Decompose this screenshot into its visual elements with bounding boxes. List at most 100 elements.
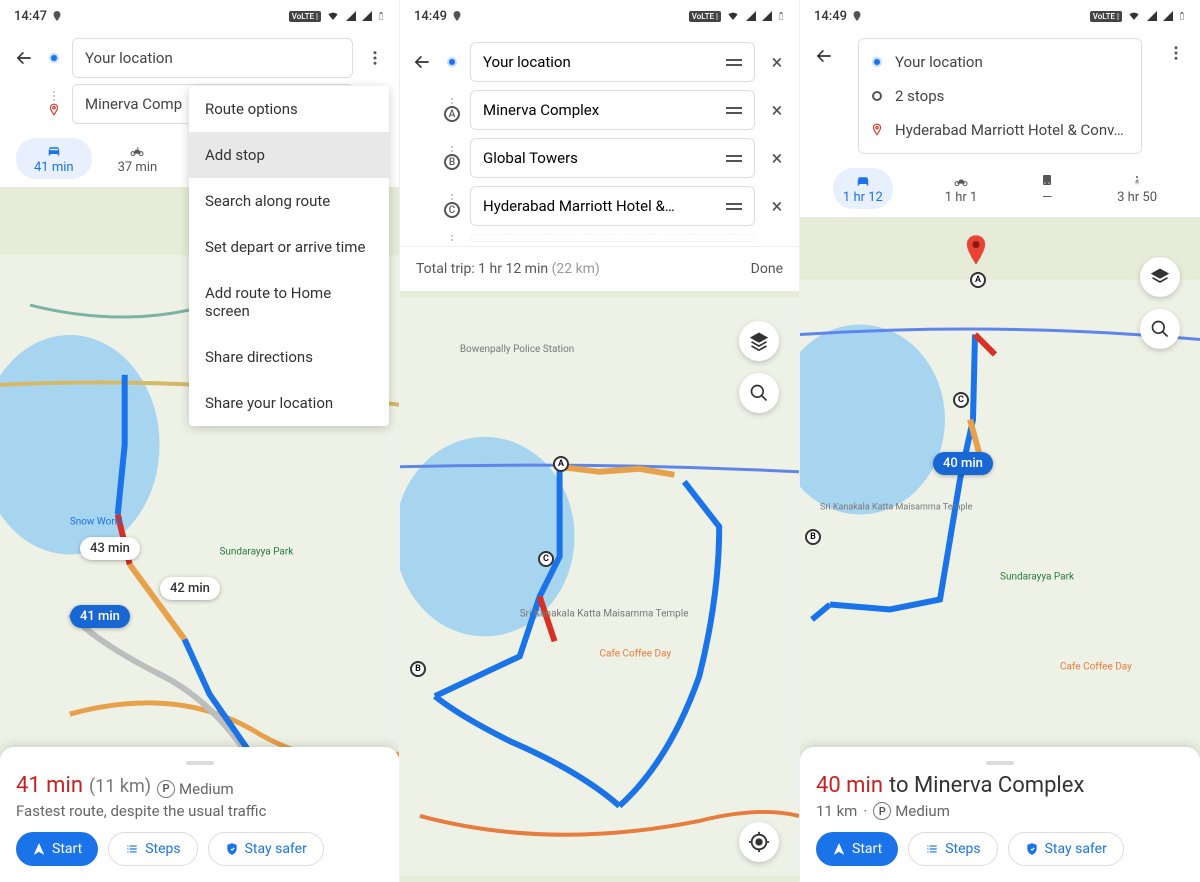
signal-icon bbox=[361, 10, 373, 22]
layers-button[interactable] bbox=[739, 321, 779, 361]
search-button[interactable] bbox=[1140, 309, 1180, 349]
tab-car[interactable]: 41 min bbox=[16, 138, 92, 179]
volte-icon: VoLTE | bbox=[289, 11, 321, 22]
remove-stop-button[interactable]: × bbox=[765, 98, 789, 122]
wifi-icon bbox=[325, 10, 341, 22]
menu-share-directions[interactable]: Share directions bbox=[189, 334, 389, 380]
list-icon bbox=[125, 842, 139, 856]
steps-button[interactable]: Steps bbox=[908, 832, 997, 866]
start-button[interactable]: Start bbox=[16, 832, 98, 866]
navigate-icon bbox=[32, 842, 46, 856]
battery-icon bbox=[1178, 9, 1186, 23]
stay-safer-button[interactable]: Stay safer bbox=[208, 832, 324, 866]
status-bar: 14:49 VoLTE | bbox=[400, 0, 799, 32]
transit-icon bbox=[1039, 173, 1055, 189]
layers-button[interactable] bbox=[1140, 257, 1180, 297]
status-time: 14:49 bbox=[414, 9, 447, 24]
remove-stop-button[interactable]: × bbox=[765, 194, 789, 218]
stop-marker-b: B bbox=[444, 154, 460, 170]
svg-text:Sundarayya Park: Sundarayya Park bbox=[1000, 572, 1075, 583]
tab-car[interactable]: 1 hr 12 bbox=[833, 168, 893, 209]
stop-input-b[interactable]: Global Towers bbox=[470, 138, 755, 178]
stop-input-a[interactable]: Minerva Complex bbox=[470, 90, 755, 130]
overflow-menu-button[interactable] bbox=[1164, 44, 1188, 62]
route-subtitle: Fastest route, despite the usual traffic bbox=[16, 802, 383, 820]
route-bottom-sheet[interactable]: 40 min to Minerva Complex 11 km· PMedium… bbox=[800, 747, 1200, 882]
svg-text:Snow World: Snow World bbox=[70, 517, 123, 528]
menu-add-home-screen[interactable]: Add route to Home screen bbox=[189, 270, 389, 334]
motorcycle-icon bbox=[127, 143, 147, 159]
parking-indicator: PMedium bbox=[157, 780, 234, 798]
from-input[interactable]: Your location bbox=[470, 42, 755, 82]
from-input[interactable]: Your location bbox=[72, 38, 353, 78]
stop-input-c[interactable]: Hyderabad Marriott Hotel &… bbox=[470, 186, 755, 226]
tab-motorcycle[interactable]: 37 min bbox=[100, 138, 176, 179]
overflow-menu: Route options Add stop Search along rout… bbox=[189, 86, 389, 426]
menu-search-along-route[interactable]: Search along route bbox=[189, 178, 389, 224]
stay-safer-button[interactable]: Stay safer bbox=[1008, 832, 1124, 866]
remove-stop-button[interactable]: × bbox=[765, 146, 789, 170]
signal-icon bbox=[1146, 10, 1158, 22]
tab-motorcycle[interactable]: 1 hr 1 bbox=[935, 168, 988, 209]
volte-icon: VoLTE | bbox=[1090, 11, 1122, 22]
location-icon bbox=[51, 10, 63, 22]
overflow-menu-button[interactable] bbox=[363, 49, 387, 67]
destination-map-pin bbox=[965, 235, 987, 265]
map-marker-c: C bbox=[538, 551, 554, 567]
trip-summary-bar: Total trip: 1 hr 12 min (22 km) Done bbox=[400, 246, 799, 291]
signal-icon bbox=[1162, 10, 1174, 22]
battery-icon bbox=[777, 9, 785, 23]
volte-icon: VoLTE | bbox=[689, 11, 721, 22]
route-badge[interactable]: 43 min bbox=[80, 537, 140, 560]
route-badge[interactable]: 42 min bbox=[160, 577, 220, 600]
layers-icon bbox=[1150, 267, 1170, 287]
add-stop-input[interactable] bbox=[470, 234, 755, 242]
motorcycle-icon bbox=[951, 173, 971, 189]
route-badge-selected[interactable]: 40 min bbox=[933, 452, 993, 475]
map-marker-a: A bbox=[970, 272, 986, 288]
menu-share-location[interactable]: Share your location bbox=[189, 380, 389, 426]
start-button[interactable]: Start bbox=[816, 832, 898, 866]
tab-transit[interactable]: — bbox=[1029, 168, 1065, 209]
shield-icon bbox=[225, 842, 239, 856]
drag-handle-icon[interactable] bbox=[726, 107, 742, 114]
location-icon bbox=[851, 10, 863, 22]
tab-walk[interactable]: 3 hr 50 bbox=[1107, 168, 1167, 209]
back-button[interactable] bbox=[12, 46, 36, 70]
back-button[interactable] bbox=[812, 44, 836, 68]
done-button[interactable]: Done bbox=[751, 261, 783, 277]
drag-handle-icon[interactable] bbox=[726, 203, 742, 210]
transport-mode-tabs: 1 hr 12 1 hr 1 — 3 hr 50 bbox=[800, 160, 1200, 217]
status-time: 14:49 bbox=[814, 9, 847, 24]
search-button[interactable] bbox=[739, 373, 779, 413]
menu-add-stop[interactable]: Add stop bbox=[189, 132, 389, 178]
signal-icon bbox=[761, 10, 773, 22]
route-badge-selected[interactable]: 41 min bbox=[70, 605, 130, 628]
battery-icon bbox=[377, 9, 385, 23]
menu-set-depart-time[interactable]: Set depart or arrive time bbox=[189, 224, 389, 270]
route-summary: 40 min to Minerva Complex bbox=[816, 773, 1184, 798]
shield-icon bbox=[1025, 842, 1039, 856]
map-canvas[interactable]: Bowenpally Police Station Sri Kanakala K… bbox=[400, 291, 799, 882]
route-bottom-sheet[interactable]: 41 min (11 km) PMedium Fastest route, de… bbox=[0, 747, 399, 882]
map-marker-c: C bbox=[953, 392, 969, 408]
route-subtitle: 11 km· PMedium bbox=[816, 802, 1184, 820]
steps-button[interactable]: Steps bbox=[108, 832, 197, 866]
walk-icon bbox=[1131, 172, 1143, 190]
list-icon bbox=[925, 842, 939, 856]
back-button[interactable] bbox=[410, 50, 434, 74]
drag-handle-icon[interactable] bbox=[726, 59, 742, 66]
route-dots bbox=[46, 91, 62, 117]
locate-me-button[interactable] bbox=[739, 822, 779, 862]
map-marker-b: B bbox=[805, 529, 821, 545]
menu-route-options[interactable]: Route options bbox=[189, 86, 389, 132]
remove-stop-button[interactable]: × bbox=[765, 50, 789, 74]
status-bar: 14:47 VoLTE | bbox=[0, 0, 399, 32]
drag-handle-icon[interactable] bbox=[726, 155, 742, 162]
sheet-handle[interactable] bbox=[186, 761, 214, 765]
parking-indicator: PMedium bbox=[873, 802, 950, 820]
sheet-handle[interactable] bbox=[986, 761, 1014, 765]
route-summary-box[interactable]: Your location 2 stops Hyderabad Marriott… bbox=[858, 38, 1142, 154]
svg-text:Sri Kanakala Katta Maisamma Te: Sri Kanakala Katta Maisamma Temple bbox=[520, 608, 689, 619]
search-icon bbox=[749, 383, 769, 403]
